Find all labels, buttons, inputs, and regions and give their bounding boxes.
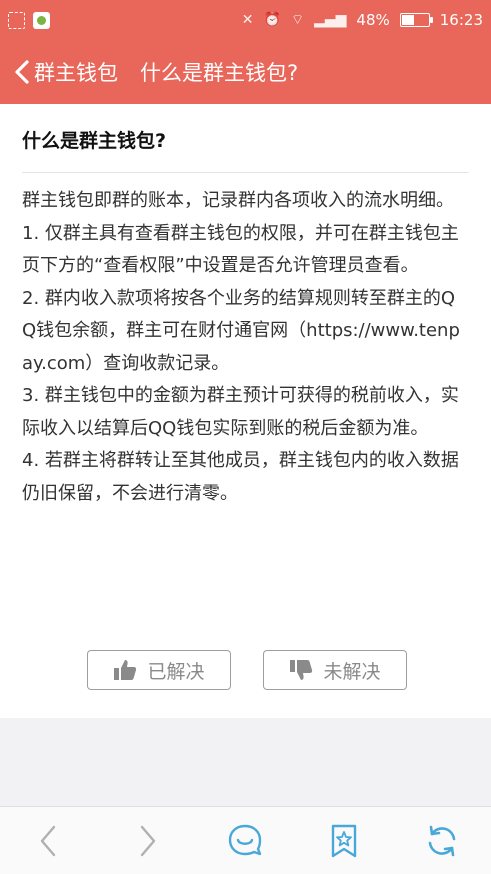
article-paragraph: 1. 仅群主具有查看群主钱包的权限，并可在群主钱包主页下方的“查看权限”中设置是… xyxy=(22,222,459,277)
refresh-icon xyxy=(428,825,456,856)
unsolved-button[interactable]: 未解决 xyxy=(263,650,407,690)
battery-percent: 48% xyxy=(356,11,390,29)
back-label: 群主钱包 xyxy=(34,61,118,85)
chevron-left-icon xyxy=(40,825,56,856)
wifi-icon: ⌔ xyxy=(290,12,305,28)
page-title: 什么是群主钱包? xyxy=(140,61,299,85)
refresh-button[interactable] xyxy=(412,811,472,871)
unsolved-label: 未解决 xyxy=(323,660,381,683)
thumbs-down-icon xyxy=(290,660,313,680)
article-title: 什么是群主钱包? xyxy=(22,130,167,152)
chat-bubble-icon xyxy=(229,824,262,855)
battery-fill xyxy=(401,15,414,25)
battery-icon xyxy=(399,13,433,27)
back-button[interactable]: 群主钱包 xyxy=(0,40,118,104)
alarm-icon: ⏰ xyxy=(263,12,281,28)
article-paragraph: 群主钱包即群的账本，记录群内各项收入的流水明细。 xyxy=(22,190,454,211)
article-body: 群主钱包即群的账本，记录群内各项收入的流水明细。 1. 仅群主具有查看群主钱包的… xyxy=(0,173,491,510)
solved-label: 已解决 xyxy=(147,660,205,683)
chevron-left-icon xyxy=(15,60,29,84)
chevron-right-icon xyxy=(141,825,156,856)
mute-icon: ✕ xyxy=(241,12,254,28)
status-bar-right: ✕ ⏰ ⌔ ▂▄▆ 48% 16:23 xyxy=(242,11,483,29)
page-bottom-spacer xyxy=(0,718,491,806)
screenshot-icon xyxy=(8,11,25,29)
solved-button[interactable]: 已解决 xyxy=(87,650,231,690)
status-bar-left xyxy=(8,11,50,29)
signal-icon: ▂▄▆ xyxy=(314,12,347,28)
article-paragraph: 2. 群内收入款项将按各个业务的结算规则转至群主的QQ钱包余额，群主可在财付通官… xyxy=(22,287,460,374)
article-paragraph: 4. 若群主将群转让至其他成员，群主钱包内的收入数据仍旧保留，不会进行清零。 xyxy=(22,450,459,504)
nav-bar: 群主钱包 什么是群主钱包? xyxy=(0,40,491,104)
forward-nav-button[interactable] xyxy=(117,811,177,871)
article: 什么是群主钱包? 群主钱包即群的账本，记录群内各项收入的流水明细。 1. 仅群主… xyxy=(0,104,491,690)
bookmark-star-icon xyxy=(331,824,356,857)
app-notification-icon xyxy=(33,11,50,29)
back-nav-button[interactable] xyxy=(19,811,79,871)
status-bar: ✕ ⏰ ⌔ ▂▄▆ 48% 16:23 xyxy=(0,0,491,40)
feedback-bar: 已解决 未解决 xyxy=(0,650,491,690)
clock: 16:23 xyxy=(439,11,483,29)
article-paragraph: 3. 群主钱包中的金额为群主预计可获得的税前收入，实际收入以结算后QQ钱包实际到… xyxy=(22,385,459,439)
favorite-button[interactable] xyxy=(314,811,374,871)
browser-toolbar xyxy=(0,806,491,874)
share-button[interactable] xyxy=(215,811,275,871)
thumbs-up-icon xyxy=(114,660,137,680)
